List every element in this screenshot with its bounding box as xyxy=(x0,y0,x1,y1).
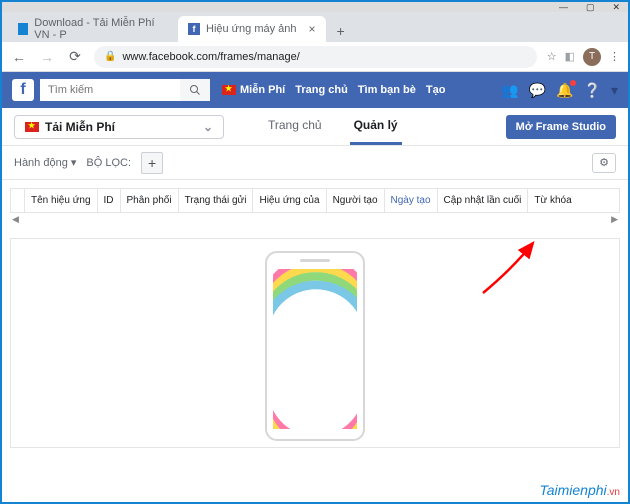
address-bar: ← → ⟳ 🔒 www.facebook.com/frames/manage/ … xyxy=(2,42,628,72)
window-controls: — ▢ ✕ xyxy=(2,2,628,12)
extension-icon[interactable]: ◧ xyxy=(565,50,575,63)
forward-icon: → xyxy=(38,49,56,65)
new-tab-button[interactable]: + xyxy=(330,20,352,42)
tab-facebook[interactable]: f Hiệu ứng máy ảnh × xyxy=(178,16,326,42)
sub-header: Tải Miễn Phí ⌄ Trang chủ Quản lý Mở Fram… xyxy=(2,108,628,146)
nav-mienphi[interactable]: Miễn Phí xyxy=(222,84,285,96)
nav-label: Miễn Phí xyxy=(240,84,285,96)
action-dropdown[interactable]: Hành động ▾ xyxy=(14,156,76,169)
col-creator[interactable]: Người tạo xyxy=(327,189,385,212)
tab-label: Download - Tải Miễn Phí VN - P xyxy=(34,17,168,41)
facebook-header: f Miễn Phí Trang chủ Tìm bạn bè Tạo 👥 💬 … xyxy=(2,72,628,108)
col-checkbox[interactable] xyxy=(11,189,25,212)
notifications-icon[interactable]: 🔔 xyxy=(556,82,573,99)
maximize-icon[interactable]: ▢ xyxy=(586,2,595,13)
col-keywords[interactable]: Từ khóa xyxy=(528,189,577,212)
minimize-icon[interactable]: — xyxy=(559,2,568,12)
url-input[interactable]: 🔒 www.facebook.com/frames/manage/ xyxy=(94,46,537,68)
tab-home[interactable]: Trang chủ xyxy=(264,108,326,145)
phone-mockup xyxy=(265,251,365,441)
nav-find-friends[interactable]: Tìm bạn bè xyxy=(358,84,416,96)
watermark: Taimienphi.vn xyxy=(539,482,620,498)
page-selector[interactable]: Tải Miễn Phí ⌄ xyxy=(14,115,224,139)
friends-icon[interactable]: 👥 xyxy=(501,82,518,99)
table-header: Tên hiệu ứng ID Phân phối Trạng thái gửi… xyxy=(10,188,620,213)
rainbow-frame xyxy=(273,269,357,429)
col-updated[interactable]: Cập nhật lần cuối xyxy=(438,189,529,212)
facebook-logo[interactable]: f xyxy=(12,79,34,101)
col-status[interactable]: Trạng thái gửi xyxy=(179,189,254,212)
facebook-icon: f xyxy=(188,23,200,35)
search-button[interactable] xyxy=(180,79,210,101)
scroll-left-icon[interactable]: ◀ xyxy=(12,214,19,225)
tab-label: Hiệu ứng máy ảnh xyxy=(206,23,297,35)
filter-label: BỘ LỌC: xyxy=(86,157,131,169)
tab-download[interactable]: Download - Tải Miễn Phí VN - P xyxy=(8,16,178,42)
tab-manage[interactable]: Quản lý xyxy=(350,108,402,145)
col-owner[interactable]: Hiệu ứng của xyxy=(253,189,326,212)
profile-avatar[interactable]: T xyxy=(583,48,601,66)
chevron-down-icon: ⌄ xyxy=(203,120,213,134)
close-icon[interactable]: ✕ xyxy=(612,2,620,13)
col-id[interactable]: ID xyxy=(98,189,121,212)
scroll-right-icon[interactable]: ▶ xyxy=(611,214,618,225)
col-name[interactable]: Tên hiệu ứng xyxy=(25,189,98,212)
messenger-icon[interactable]: 💬 xyxy=(529,82,546,99)
add-filter-button[interactable]: + xyxy=(141,152,163,174)
page-name: Tải Miễn Phí xyxy=(45,120,115,134)
col-created[interactable]: Ngày tạo xyxy=(385,189,438,212)
flag-icon xyxy=(222,85,236,95)
toolbar: Hành động ▾ BỘ LỌC: + ⚙ xyxy=(2,146,628,180)
table-area: Tên hiệu ứng ID Phân phối Trạng thái gửi… xyxy=(2,180,628,234)
menu-icon[interactable]: ⋮ xyxy=(609,50,620,63)
flag-icon xyxy=(25,122,39,132)
open-frame-studio-button[interactable]: Mở Frame Studio xyxy=(506,115,616,139)
search-icon xyxy=(189,84,201,96)
dropdown-icon[interactable]: ▾ xyxy=(611,82,618,99)
nav-home[interactable]: Trang chủ xyxy=(295,84,348,96)
close-tab-icon[interactable]: × xyxy=(309,22,316,36)
nav-create[interactable]: Tạo xyxy=(426,84,446,96)
browser-tabs: Download - Tải Miễn Phí VN - P f Hiệu ứn… xyxy=(2,12,628,42)
star-icon[interactable]: ☆ xyxy=(547,50,557,63)
back-icon[interactable]: ← xyxy=(10,49,28,65)
frame-preview xyxy=(10,238,620,448)
search-input[interactable] xyxy=(40,79,180,101)
site-icon xyxy=(18,23,28,35)
url-text: www.facebook.com/frames/manage/ xyxy=(122,51,299,63)
settings-toggle[interactable]: ⚙ xyxy=(592,153,616,173)
lock-icon: 🔒 xyxy=(104,51,116,62)
reload-icon[interactable]: ⟳ xyxy=(66,48,84,65)
help-icon[interactable]: ❔ xyxy=(584,82,601,99)
col-dist[interactable]: Phân phối xyxy=(121,189,179,212)
